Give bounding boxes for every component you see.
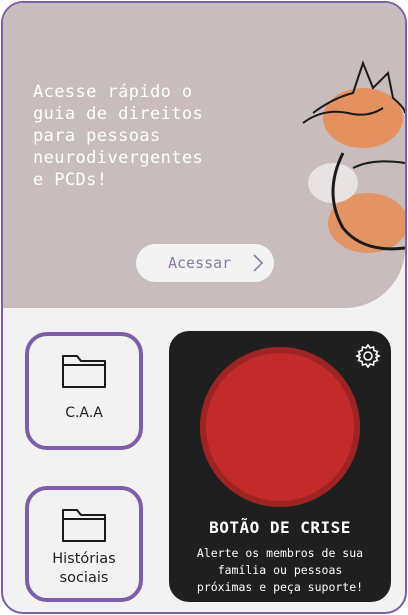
folder-icon — [62, 509, 106, 542]
crisis-title: BOTÃO DE CRISE — [209, 518, 351, 537]
caa-label: C.A.A — [65, 405, 103, 421]
gear-icon[interactable] — [355, 343, 381, 369]
crisis-button[interactable] — [200, 347, 360, 507]
social-stories-label: Histórias sociais — [52, 551, 116, 586]
hero-text: Acesse rápido o guia de direitos para pe… — [33, 82, 204, 190]
fox-illustration — [302, 60, 405, 253]
crisis-description: Alerte os membros de sua família ou pess… — [196, 546, 364, 594]
crisis-panel: BOTÃO DE CRISE Alerte os membros de sua … — [169, 331, 391, 602]
hero-banner: Acesse rápido o guia de direitos para pe… — [3, 3, 405, 308]
chevron-right-icon — [253, 254, 264, 272]
social-stories-tile[interactable]: Histórias sociais — [25, 486, 143, 602]
app-frame: Acesse rápido o guia de direitos para pe… — [1, 1, 407, 614]
access-button-label: Acessar — [168, 254, 232, 272]
folder-icon — [62, 355, 106, 388]
access-button[interactable]: Acessar — [136, 244, 274, 282]
caa-tile[interactable]: C.A.A — [25, 332, 143, 450]
